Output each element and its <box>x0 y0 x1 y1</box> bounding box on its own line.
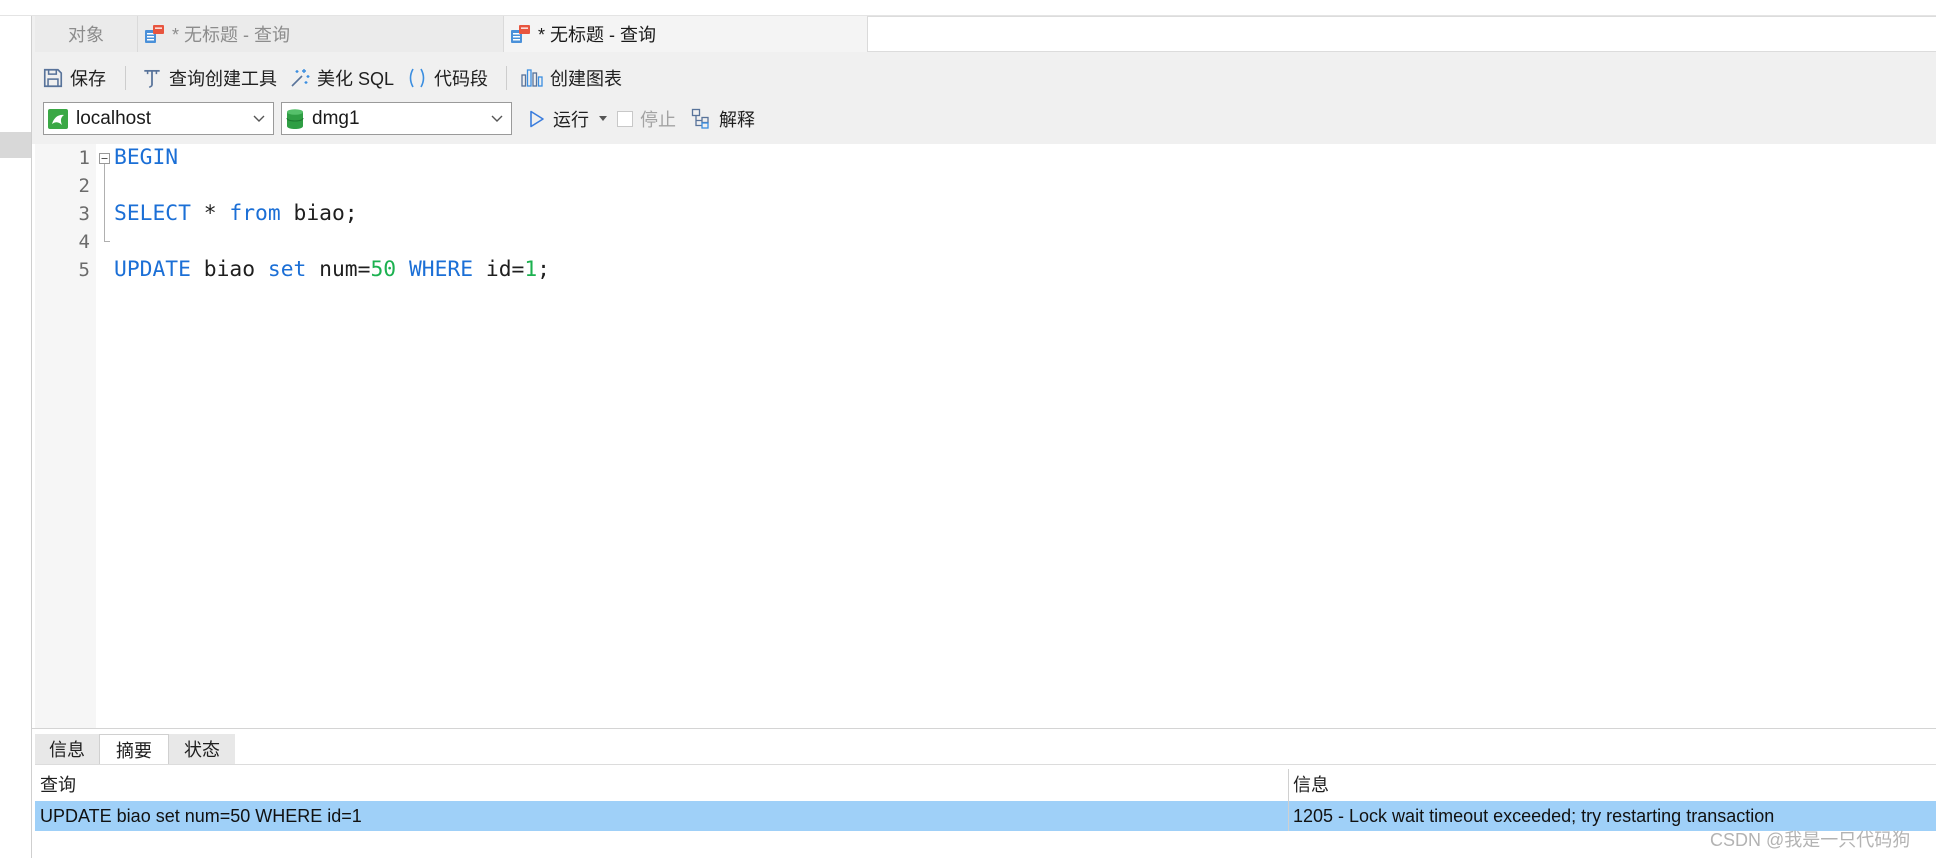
code-line[interactable]: SELECT * from biao; <box>114 200 550 228</box>
chevron-down-icon <box>491 115 503 123</box>
code-snippet-label: 代码段 <box>434 69 488 89</box>
fold-collapse-icon[interactable] <box>99 153 110 164</box>
stop-label: 停止 <box>640 110 676 130</box>
tab-objects[interactable]: 对象 <box>35 16 138 52</box>
tab-strip-divider <box>35 764 1936 765</box>
code-token: UPDATE <box>114 257 191 282</box>
tab-query-untitled-active[interactable]: * 无标题 - 查询 <box>504 16 868 52</box>
database-select-value: dmg1 <box>312 107 360 129</box>
code-token: SELECT <box>114 201 191 226</box>
code-token: BEGIN <box>114 145 179 170</box>
query-icon <box>144 23 166 45</box>
run-label: 运行 <box>553 110 589 130</box>
run-button[interactable]: 运行 <box>528 105 607 133</box>
navigation-pane[interactable] <box>0 16 32 858</box>
save-label: 保存 <box>70 69 106 89</box>
navigation-pane-selected-item[interactable] <box>0 132 31 158</box>
line-number: 5 <box>78 259 90 281</box>
code-token: num= <box>306 257 371 282</box>
code-token: id= <box>473 257 525 282</box>
beautify-sql-label: 美化 SQL <box>317 69 395 89</box>
code-line[interactable]: BEGIN <box>114 144 550 172</box>
play-icon <box>528 109 546 129</box>
tab-label: 摘要 <box>116 740 152 761</box>
code-token: ; <box>537 257 550 282</box>
tab-status[interactable]: 状态 <box>169 734 235 764</box>
database-icon <box>285 108 305 130</box>
table-row[interactable]: UPDATE biao set num=50 WHERE id=1 1205 -… <box>35 801 1936 831</box>
query-builder-label: 查询创建工具 <box>169 69 277 89</box>
tab-bar-empty-area <box>868 16 1936 52</box>
line-number: 4 <box>78 231 90 253</box>
line-number: 1 <box>78 147 90 169</box>
save-icon <box>42 67 64 89</box>
line-number-gutter: 1 2 3 4 5 <box>35 144 96 728</box>
tab-label: * 无标题 - 查询 <box>538 25 657 45</box>
watermark: CSDN @我是一只代码狗 <box>1710 830 1911 850</box>
database-select[interactable]: dmg1 <box>281 102 512 135</box>
column-header-query[interactable]: 查询 <box>40 769 76 801</box>
fold-guide-end <box>104 241 110 242</box>
tab-label: 信息 <box>49 740 85 760</box>
tab-query-untitled[interactable]: * 无标题 - 查询 <box>138 16 504 52</box>
result-panel: 信息 摘要 状态 查询 信息 UPDATE biao set num=50 WH… <box>32 728 1936 858</box>
stop-icon <box>617 111 633 127</box>
line-number: 2 <box>78 175 90 197</box>
tab-label: * 无标题 - 查询 <box>172 25 291 45</box>
cell-query: UPDATE biao set num=50 WHERE id=1 <box>40 806 362 826</box>
tab-info[interactable]: 信息 <box>35 734 99 764</box>
sql-editor[interactable]: 12345 BEGIN SELECT * from biao; UPDATE bia… <box>35 144 1936 728</box>
chevron-down-icon <box>253 115 265 123</box>
caret-down-icon[interactable] <box>599 116 607 122</box>
query-icon <box>510 23 532 45</box>
code-line[interactable] <box>114 172 550 200</box>
code-token: biao; <box>280 201 358 226</box>
toolbar-separator <box>125 66 126 90</box>
mysql-connection-icon <box>47 108 69 130</box>
query-builder-icon <box>141 67 163 89</box>
stop-button[interactable]: 停止 <box>617 105 676 133</box>
query-builder-button[interactable]: 查询创建工具 <box>141 64 277 92</box>
explain-label: 解释 <box>719 110 755 130</box>
connection-select-value: localhost <box>76 107 151 129</box>
column-divider[interactable] <box>1288 769 1289 831</box>
code-area[interactable]: BEGIN SELECT * from biao; UPDATE biao set … <box>114 144 550 284</box>
magic-wand-icon <box>289 67 311 89</box>
menu-bar <box>0 0 1936 16</box>
code-token: 50 <box>370 257 397 282</box>
code-token: set <box>267 257 307 282</box>
code-line[interactable] <box>114 228 550 256</box>
code-token: from <box>229 201 281 226</box>
column-header-message[interactable]: 信息 <box>1293 769 1329 801</box>
tab-label: 对象 <box>68 25 104 45</box>
explain-tree-icon <box>691 108 715 130</box>
beautify-sql-button[interactable]: 美化 SQL <box>289 64 394 92</box>
code-snippet-button[interactable]: 代码段 <box>406 64 488 92</box>
code-token: * <box>190 201 230 226</box>
line-number: 3 <box>78 203 90 225</box>
fold-guide <box>104 164 105 242</box>
code-token: WHERE <box>408 257 474 282</box>
cell-message: 1205 - Lock wait timeout exceeded; try r… <box>1293 806 1775 826</box>
connection-select[interactable]: localhost <box>43 102 274 135</box>
code-line[interactable]: UPDATE biao set num=50 WHERE id=1; <box>114 256 550 284</box>
bar-chart-icon <box>520 67 544 89</box>
create-chart-label: 创建图表 <box>550 69 622 89</box>
create-chart-button[interactable]: 创建图表 <box>520 64 622 92</box>
tab-label: 状态 <box>184 740 220 760</box>
explain-button[interactable]: 解释 <box>691 105 755 133</box>
toolbar-separator <box>506 66 507 90</box>
code-token: 1 <box>524 257 538 282</box>
tab-summary[interactable]: 摘要 <box>99 734 169 764</box>
parentheses-icon <box>406 67 428 89</box>
save-button[interactable]: 保存 <box>42 64 106 92</box>
code-token: biao <box>190 257 268 282</box>
